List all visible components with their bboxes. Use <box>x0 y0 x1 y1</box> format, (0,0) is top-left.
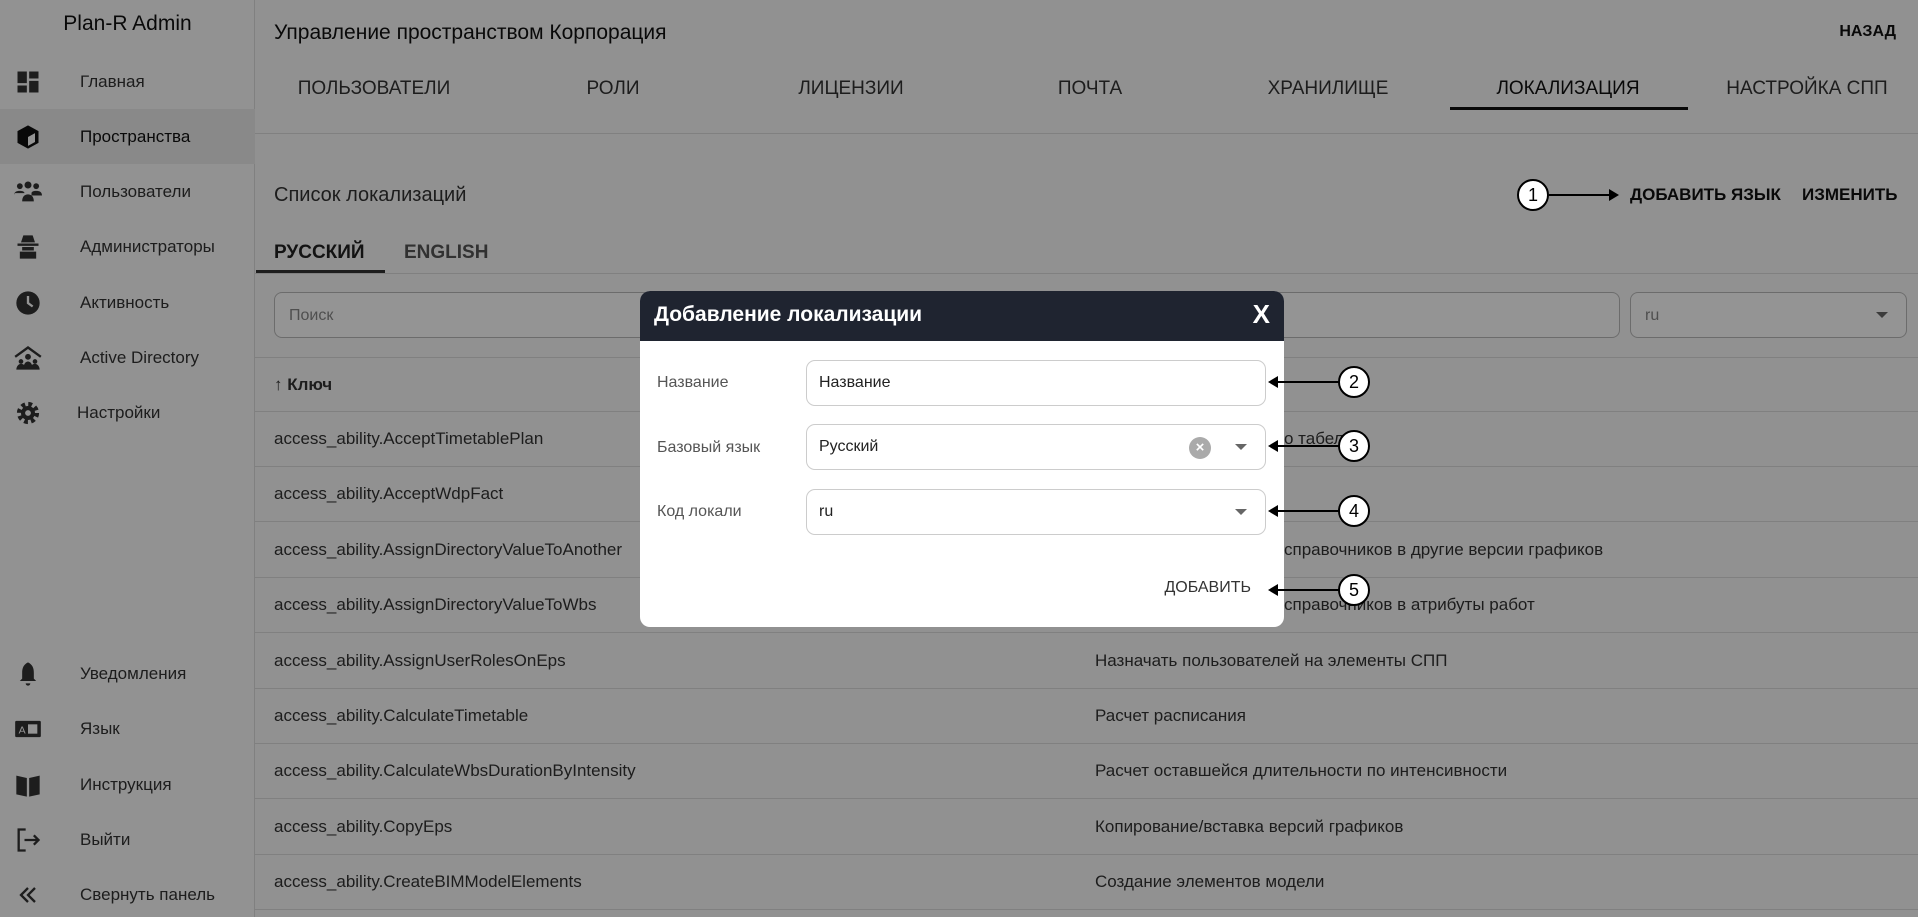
name-input[interactable]: Название <box>806 360 1266 406</box>
locale-code-label: Код локали <box>657 503 742 520</box>
clear-icon[interactable]: × <box>1189 437 1211 459</box>
dialog-title: Добавление локализации <box>654 303 923 326</box>
callout-4: 4 <box>1338 495 1370 527</box>
base-language-select[interactable]: Русский × <box>806 424 1266 470</box>
add-localization-dialog: Добавление локализации X Название Назван… <box>640 291 1284 627</box>
callout-arrow <box>1268 584 1340 596</box>
base-language-label: Базовый язык <box>657 439 761 456</box>
callout-arrow <box>1268 440 1340 452</box>
callout-1: 1 <box>1517 179 1549 211</box>
callout-arrow <box>1268 376 1340 388</box>
add-button[interactable]: ДОБАВИТЬ <box>1164 579 1251 597</box>
callout-arrow <box>1549 189 1619 201</box>
name-label: Название <box>657 374 729 391</box>
chevron-down-icon[interactable] <box>1235 509 1247 515</box>
close-icon[interactable]: X <box>1253 299 1270 330</box>
callout-arrow <box>1268 505 1340 517</box>
chevron-down-icon[interactable] <box>1235 444 1247 450</box>
locale-code-select[interactable]: ru <box>806 489 1266 535</box>
dialog-header: Добавление локализации X <box>640 291 1284 341</box>
callout-5: 5 <box>1338 574 1370 606</box>
callout-2: 2 <box>1338 366 1370 398</box>
callout-3: 3 <box>1338 430 1370 462</box>
